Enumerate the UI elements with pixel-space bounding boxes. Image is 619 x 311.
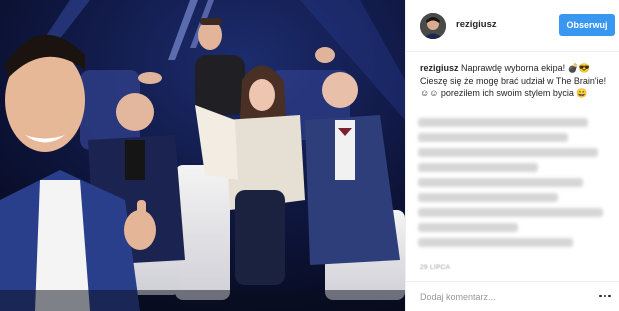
post-photo[interactable] [0, 0, 405, 311]
follow-button[interactable]: Obserwuj [559, 14, 615, 36]
comment-blurred [418, 193, 558, 202]
avatar-icon [420, 13, 446, 39]
comment-blurred [418, 208, 603, 217]
more-options-icon[interactable] [599, 291, 613, 301]
comment-bar [406, 281, 619, 311]
comment-blurred [418, 133, 568, 142]
comment-blurred [418, 223, 518, 232]
comment-blurred [418, 148, 598, 157]
comment-blurred [418, 178, 583, 187]
caption-username[interactable]: rezigiusz [420, 63, 459, 73]
user-avatar[interactable] [420, 13, 446, 39]
post-caption: rezigiusz Naprawdę wyborna ekipa! 💣😎 Cie… [420, 62, 608, 100]
comments-list [418, 118, 613, 253]
comment-input[interactable] [420, 290, 590, 304]
comment-blurred [418, 238, 573, 247]
comment-blurred [418, 163, 538, 172]
post-header: rezigiusz Obserwuj [406, 0, 619, 52]
post-photo-illustration [0, 0, 405, 311]
post-sidebar: rezigiusz Obserwuj rezigiusz Naprawdę wy… [405, 0, 619, 311]
username[interactable]: rezigiusz [456, 19, 497, 30]
comment-blurred [418, 118, 588, 127]
post-timestamp: 29 LIPCA [420, 264, 451, 271]
